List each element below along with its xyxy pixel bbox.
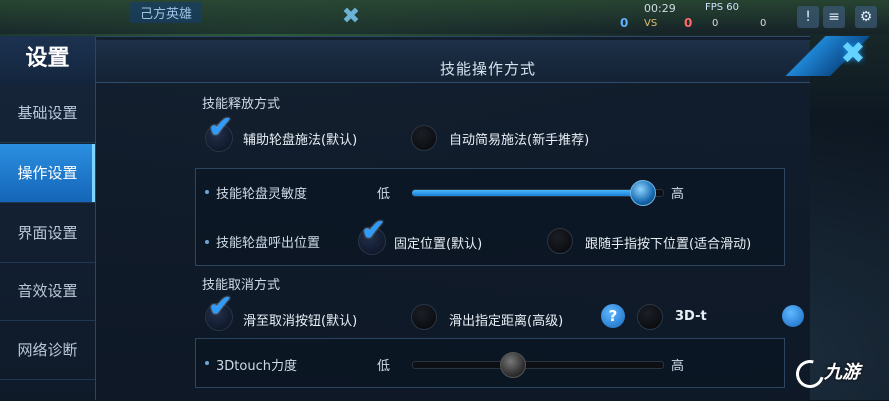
gear-icon[interactable]: ⚙ bbox=[855, 6, 877, 28]
3d-touch-indicator bbox=[782, 305, 804, 327]
menu-icon[interactable]: ≡ bbox=[823, 6, 845, 28]
close-icon: ✖ bbox=[840, 36, 866, 71]
nav-item-interface[interactable]: 界面设置 bbox=[0, 204, 95, 263]
bullet bbox=[205, 361, 209, 365]
nav-item-controls[interactable]: 操作设置 bbox=[0, 144, 95, 203]
bullet bbox=[205, 240, 209, 244]
match-time: 00:29 bbox=[644, 2, 676, 15]
alert-icon[interactable]: ! bbox=[797, 6, 819, 28]
sensitivity-low-label: 低 bbox=[377, 187, 391, 202]
ally-hero-label: 己方英雄 bbox=[130, 2, 203, 23]
nav-item-basic[interactable]: 基础设置 bbox=[0, 84, 95, 143]
settings-title: 设置 bbox=[0, 36, 95, 82]
sensitivity-knob[interactable] bbox=[630, 180, 656, 206]
follow-finger-radio[interactable] bbox=[547, 228, 573, 254]
red-score: 0 bbox=[684, 16, 693, 30]
death-stat: 0 bbox=[760, 18, 767, 29]
slide-distance-radio[interactable] bbox=[411, 304, 437, 330]
touch-force-high-label: 高 bbox=[671, 359, 685, 374]
touch-force-low-label: 低 bbox=[377, 359, 391, 374]
vs-label: VS bbox=[644, 18, 658, 29]
touch-force-track[interactable] bbox=[412, 361, 664, 369]
close-button[interactable]: ✖ bbox=[833, 38, 873, 70]
nav-item-sound[interactable]: 音效设置 bbox=[0, 262, 95, 321]
slide-cancel-checkbox[interactable]: ✔ bbox=[205, 292, 233, 331]
check-icon: ✔ bbox=[208, 110, 234, 145]
help-button[interactable]: ? bbox=[601, 304, 625, 328]
check-icon: ✔ bbox=[361, 213, 387, 248]
assist-wheel-label[interactable]: 辅助轮盘施法(默认) bbox=[243, 129, 357, 148]
3d-touch-option-label[interactable]: 3D-t bbox=[675, 309, 707, 324]
touch-force-label: 3Dtouch力度 bbox=[216, 359, 297, 374]
fixed-position-label[interactable]: 固定位置(默认) bbox=[394, 233, 482, 252]
nav-item-network[interactable]: 网络诊断 bbox=[0, 321, 95, 380]
check-icon: ✔ bbox=[208, 289, 234, 324]
sensitivity-label: 技能轮盘灵敏度 bbox=[216, 187, 308, 202]
wheel-position-label: 技能轮盘呼出位置 bbox=[216, 236, 321, 251]
sensitivity-high-label: 高 bbox=[671, 187, 685, 202]
follow-finger-label[interactable]: 跟随手指按下位置(适合滑动) bbox=[585, 233, 751, 252]
slide-distance-label[interactable]: 滑出指定距离(高级) bbox=[449, 310, 563, 329]
kill-stat: 0 bbox=[712, 18, 719, 29]
assist-wheel-checkbox[interactable]: ✔ bbox=[205, 113, 233, 152]
fixed-position-checkbox[interactable]: ✔ bbox=[358, 216, 386, 255]
auto-simple-label[interactable]: 自动简易施法(新手推荐) bbox=[449, 129, 589, 148]
touch-force-knob[interactable] bbox=[500, 352, 526, 378]
sensitivity-fill bbox=[412, 190, 642, 196]
section-title: 技能操作方式 bbox=[439, 60, 536, 78]
blue-score: 0 bbox=[620, 16, 629, 30]
3d-touch-radio[interactable] bbox=[637, 304, 663, 330]
close-icon: ✖ bbox=[341, 4, 361, 29]
bullet bbox=[205, 190, 209, 194]
auto-simple-radio[interactable] bbox=[411, 125, 437, 151]
fps-readout: FPS 60 bbox=[705, 2, 740, 13]
game-hud: 己方英雄 ✖ 0 00:29 VS 0 FPS 60 0 0 ! ≡ ⚙ bbox=[0, 0, 889, 34]
watermark: 九游 bbox=[824, 362, 860, 383]
slide-cancel-label[interactable]: 滑至取消按钮(默认) bbox=[243, 310, 357, 329]
